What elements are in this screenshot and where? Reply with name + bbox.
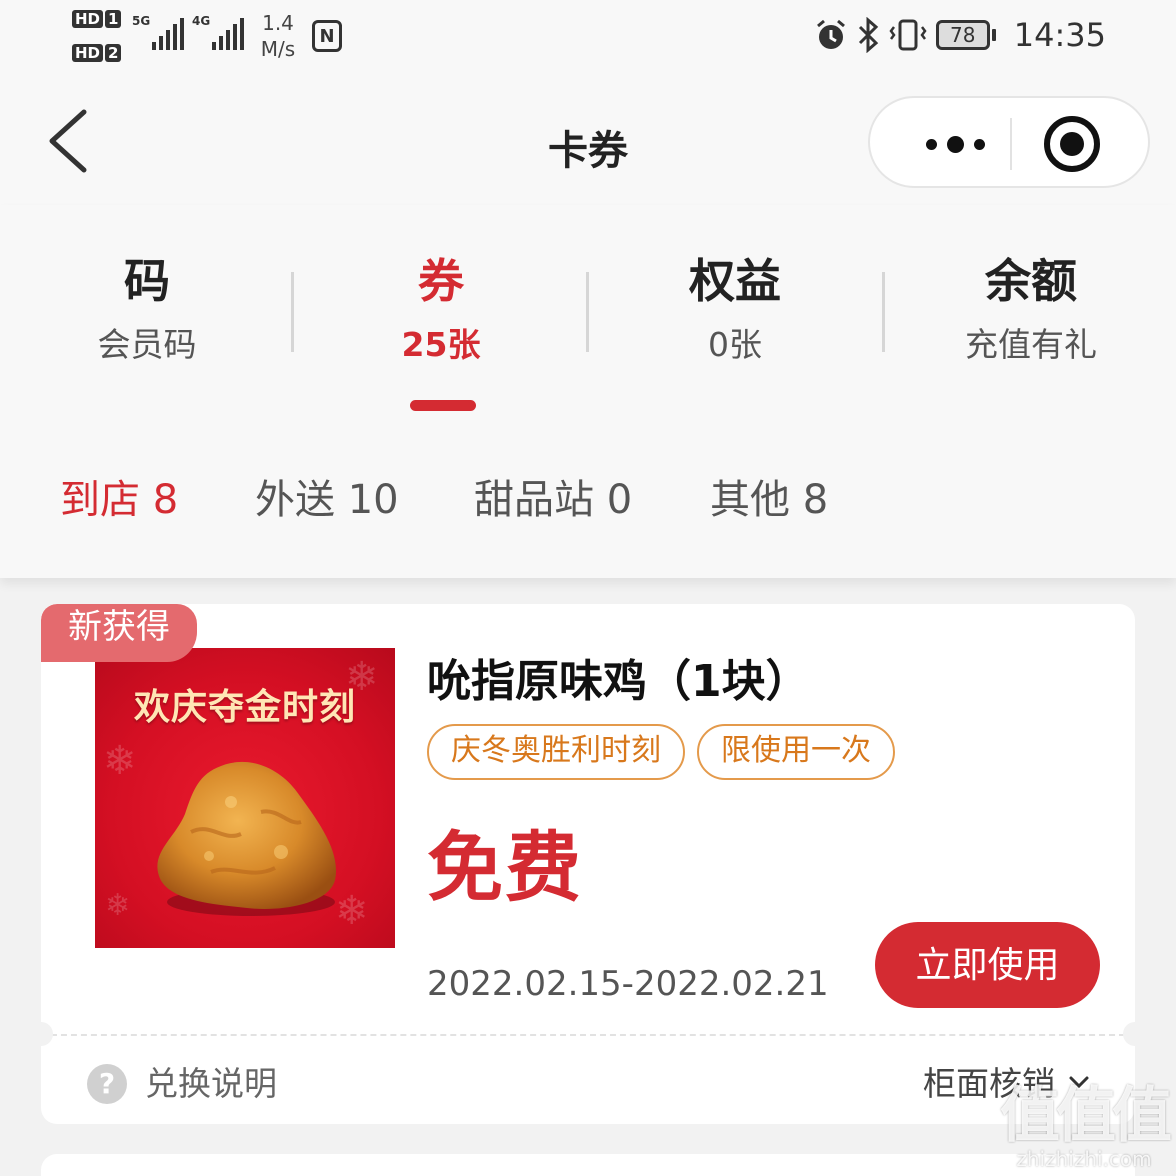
tab-subtitle: 会员码	[97, 325, 197, 364]
tab-coupons[interactable]: 券 25张	[294, 253, 588, 365]
tab-benefits[interactable]: 权益 0张	[588, 253, 882, 365]
subtab-dessert[interactable]: 甜品站 0	[474, 475, 632, 525]
subtab-other[interactable]: 其他 8	[710, 475, 828, 525]
clock: 14:35	[1013, 16, 1106, 54]
fried-chicken-icon	[157, 761, 337, 916]
network-speed-unit: M/s	[260, 37, 296, 61]
watermark-logo: 值值值	[1000, 1081, 1172, 1151]
subtab-in-store[interactable]: 到店 8	[60, 475, 178, 525]
mini-program-capsule	[868, 96, 1150, 188]
tab-balance[interactable]: 余额 充值有礼	[884, 253, 1176, 365]
usage-limit-tag: 限使用一次	[697, 724, 895, 780]
coupon-title: 吮指原味鸡（1块）	[427, 656, 810, 707]
tab-title: 码	[124, 254, 170, 308]
card-notch-left	[41, 1022, 53, 1046]
active-tab-indicator	[410, 400, 476, 411]
network-speed-value: 1.4	[262, 11, 294, 35]
coupon-card[interactable]: 新获得 ❄ ❄ ❄ ❄ 欢庆夺金时刻 吮指原味鸡（1块） 庆冬奥胜利时刻 限使用…	[41, 604, 1135, 1124]
nfc-icon: N	[312, 20, 342, 52]
validity-period: 2022.02.15-2022.02.21	[427, 964, 829, 1004]
tab-subtitle: 充值有礼	[965, 325, 1097, 364]
coupon-price: 免费	[427, 823, 583, 912]
tab-subtitle: 25张	[401, 325, 481, 364]
hd-index-1: 1	[105, 10, 122, 28]
watermark: 值值值 zhizhizhi.com	[1000, 1081, 1172, 1171]
watermark-site: zhizhizhi.com	[1016, 1147, 1152, 1171]
tab-title: 余额	[985, 254, 1077, 308]
image-caption: 欢庆夺金时刻	[133, 687, 356, 728]
hd-voice-indicator-2: HD 2	[72, 44, 123, 62]
coupon-card-next[interactable]	[41, 1154, 1135, 1176]
new-badge: 新获得	[41, 604, 197, 662]
hd-label-1: HD	[72, 10, 104, 28]
signal-strength-icon-2	[212, 18, 244, 50]
redeem-instructions-link[interactable]: 兑换说明	[145, 1062, 277, 1106]
more-dots-icon[interactable]	[900, 98, 1010, 190]
battery-level: 78	[935, 20, 990, 50]
hd-voice-indicator-1: HD 1	[72, 10, 123, 28]
promo-tag: 庆冬奥胜利时刻	[427, 724, 685, 780]
network-type-5g: 5G	[132, 14, 151, 28]
question-icon[interactable]: ?	[87, 1064, 127, 1104]
use-now-button[interactable]: 立即使用	[875, 922, 1100, 1008]
hd-label-2: HD	[72, 44, 104, 62]
snowflake-icon: ❄	[105, 888, 131, 923]
hd-index-2: 2	[105, 44, 122, 62]
network-type-4g: 4G	[192, 14, 211, 28]
capsule-divider	[1010, 118, 1012, 170]
tabs-panel: 码 会员码 券 25张 权益 0张 余额 充值有礼 到店 8 外送 10 甜品站…	[0, 205, 1176, 578]
target-close-icon[interactable]	[1044, 116, 1100, 172]
coupon-image: ❄ ❄ ❄ ❄ 欢庆夺金时刻	[95, 648, 395, 948]
signal-strength-icon	[152, 18, 184, 50]
tab-title: 权益	[689, 254, 781, 308]
alarm-icon	[816, 19, 845, 49]
battery-icon: 78	[935, 20, 996, 50]
card-notch-right	[1123, 1022, 1135, 1046]
tab-subtitle: 0张	[708, 325, 762, 364]
status-right-group: 78 14:35	[814, 16, 1106, 54]
bluetooth-icon	[858, 17, 878, 53]
network-speed: 1.4 M/s	[256, 10, 300, 62]
tab-member-code[interactable]: 码 会员码	[0, 253, 294, 365]
navigation-bar: 卡券	[0, 80, 1176, 205]
status-bar: HD 1 HD 2 5G 4G 1.4 M/s N 78 14:35	[0, 0, 1176, 80]
tab-title: 券	[418, 254, 464, 308]
perforation-divider	[41, 1034, 1135, 1036]
subtab-delivery[interactable]: 外送 10	[255, 475, 399, 525]
vibrate-icon	[889, 19, 927, 51]
snowflake-icon: ❄	[103, 738, 137, 784]
